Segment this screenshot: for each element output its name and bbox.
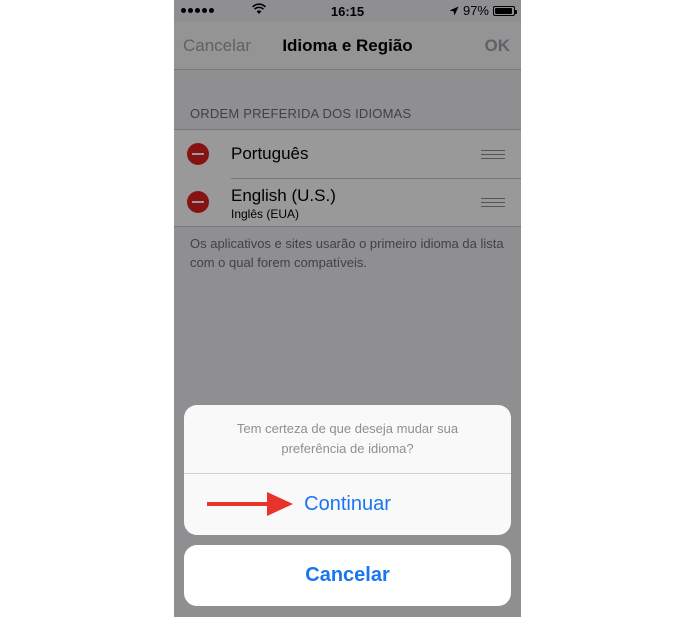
action-sheet-message: Tem certeza de que deseja mudar sua pref… [236, 421, 459, 456]
annotation-arrow-icon [207, 492, 293, 516]
cancel-button[interactable]: Cancelar [184, 545, 511, 606]
phone-screen: 16:15 97% Cancelar Idioma e Região OK OR… [174, 0, 521, 617]
